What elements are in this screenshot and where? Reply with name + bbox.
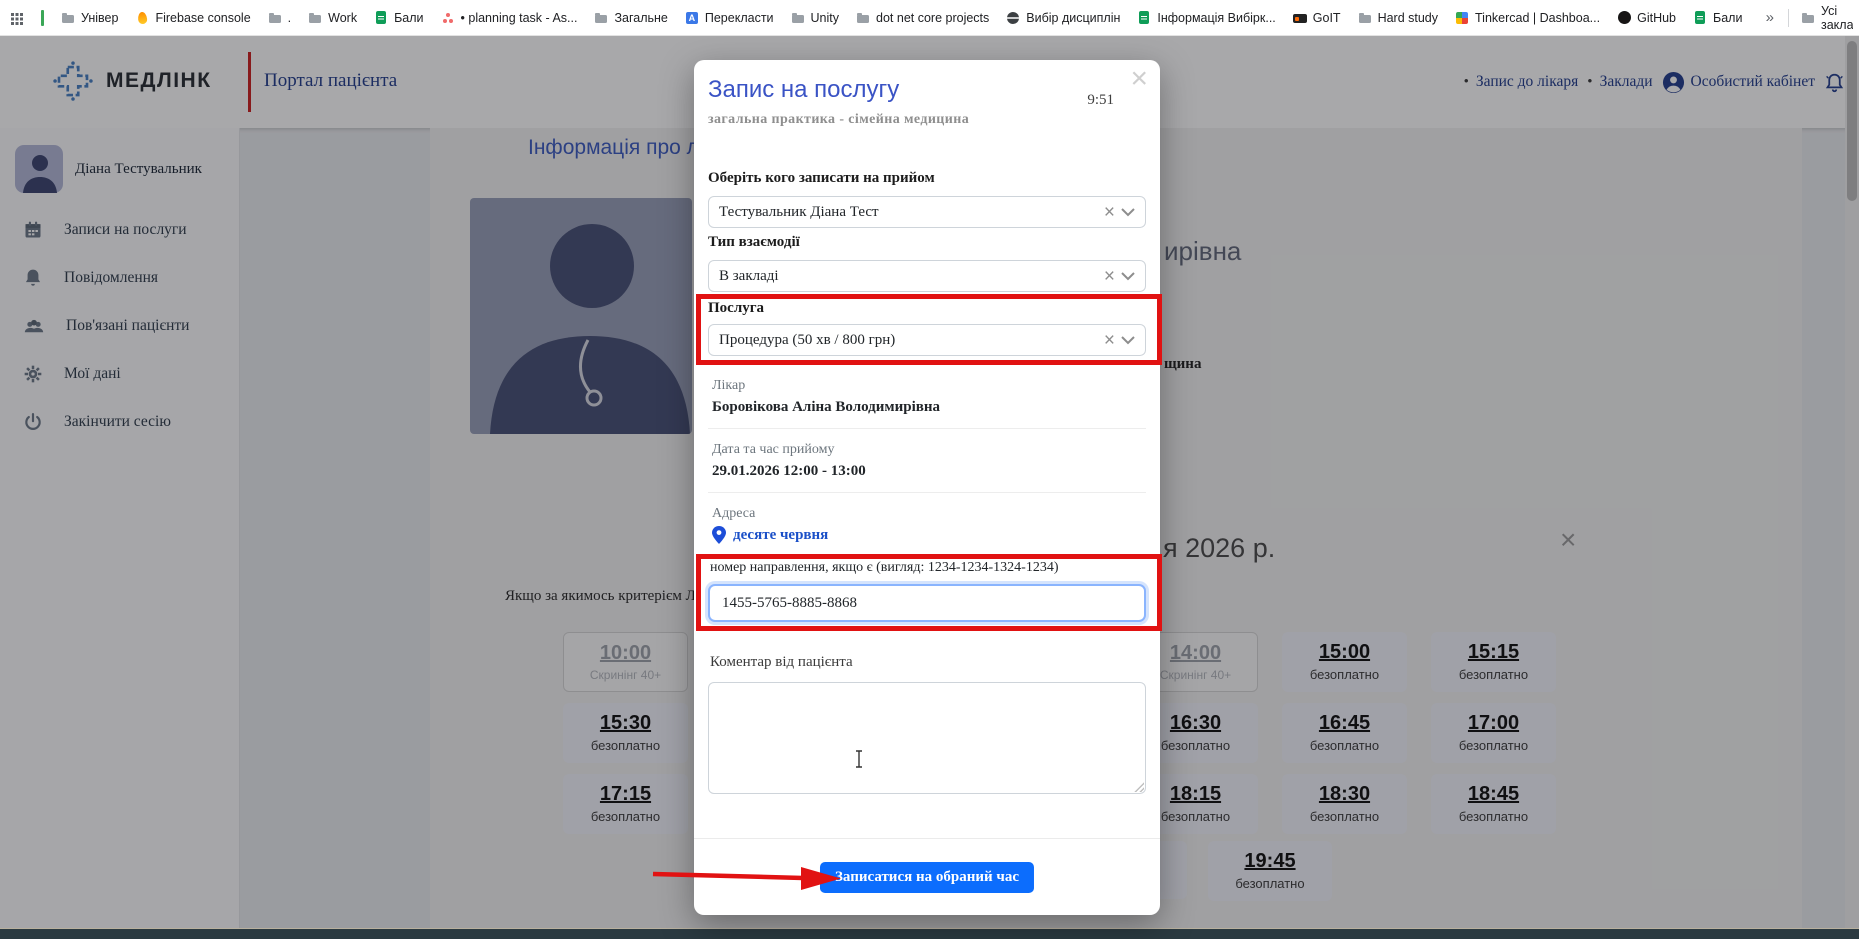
bookmark-item[interactable]: Бали — [1693, 10, 1742, 25]
folder-icon — [791, 10, 805, 25]
modal-clock: 9:51 — [1087, 92, 1114, 109]
folder-icon — [594, 10, 608, 25]
interaction-label: Тип взаємодії — [708, 234, 800, 251]
booking-modal: Запис на послугу 9:51 × загальна практик… — [694, 60, 1160, 915]
bookmark-item[interactable]: Інформація Вибірк... — [1137, 10, 1275, 25]
chevron-down-icon[interactable] — [1121, 336, 1135, 345]
folder-icon — [308, 10, 322, 25]
apps-grid-icon[interactable] — [10, 11, 24, 25]
clear-icon[interactable]: × — [1098, 331, 1121, 350]
translate-icon — [685, 10, 699, 25]
submit-booking-button[interactable]: Записатися на обраний час — [820, 862, 1034, 893]
bookmark-item[interactable]: Вибір дисциплін — [1006, 10, 1120, 25]
modal-title: Запис на послугу — [708, 76, 899, 104]
who-label: Оберіть кого записати на прийом — [708, 170, 935, 187]
interaction-select[interactable]: В закладі × — [708, 260, 1146, 292]
globe-icon — [1006, 10, 1020, 25]
doctor-info-row: Лікар Боровікова Аліна Володимирівна — [708, 365, 1146, 429]
service-label: Послуга — [708, 300, 764, 317]
bookmark-item[interactable]: Універ — [61, 10, 118, 25]
tinkercad-icon — [1455, 10, 1469, 25]
all-bookmarks-button[interactable]: Усі закладки — [1801, 4, 1853, 32]
bookmark-item[interactable]: Перекласти — [685, 10, 774, 25]
address-link[interactable]: десяте червня — [712, 526, 1142, 544]
bookmarks-divider — [1788, 9, 1789, 27]
folder-icon — [1358, 10, 1372, 25]
bookmark-item[interactable]: GitHub — [1617, 10, 1676, 25]
sheets-icon — [1693, 10, 1707, 25]
service-select[interactable]: Процедура (50 хв / 800 грн) × — [708, 324, 1146, 356]
bookmarks-right: » Усі закладки — [1764, 4, 1853, 32]
asana-icon — [441, 10, 455, 25]
bookmark-item[interactable]: Загальне — [594, 10, 667, 25]
bookmark-item[interactable]: Work — [308, 10, 357, 25]
folder-icon — [856, 10, 870, 25]
datetime-info-row: Дата та час прийому 29.01.2026 12:00 - 1… — [708, 429, 1146, 493]
sheets-icon — [374, 10, 388, 25]
folder-icon — [1801, 10, 1815, 25]
bookmarks-list: Універ Firebase console. Work Бали • plannin… — [61, 10, 1742, 25]
sheets-icon — [1137, 10, 1151, 25]
clear-icon[interactable]: × — [1098, 203, 1121, 222]
bookmark-item[interactable]: Hard study — [1358, 10, 1438, 25]
modal-close-icon[interactable]: × — [1130, 62, 1148, 96]
bookmarks-overflow-chevron[interactable]: » — [1764, 9, 1776, 26]
bookmarks-strip: Універ Firebase console. Work Бали • plannin… — [10, 10, 1764, 26]
clear-icon[interactable]: × — [1098, 267, 1121, 286]
bookmark-item[interactable]: Бали — [374, 10, 423, 25]
patient-select[interactable]: Тестувальник Діана Тест × — [708, 196, 1146, 228]
bookmark-item[interactable]: GoIT — [1293, 10, 1341, 25]
comment-label: Коментар від пацієнта — [710, 654, 853, 671]
referral-label: номер направлення, якщо є (вигляд: 1234-… — [710, 560, 1059, 576]
chevron-down-icon[interactable] — [1121, 272, 1135, 281]
goit-icon — [1293, 10, 1307, 25]
map-pin-icon — [712, 526, 726, 544]
github-icon — [1617, 10, 1631, 25]
patient-comment-textarea[interactable] — [708, 682, 1146, 794]
text-cursor-icon — [854, 750, 864, 768]
bookmark-item[interactable]: . — [268, 10, 291, 25]
pinned-tab-divider — [41, 10, 44, 26]
folder-icon — [61, 10, 75, 25]
address-info-row: Адреса десяте червня — [708, 493, 1146, 554]
modal-footer-divider — [694, 838, 1160, 839]
browser-bookmarks-bar: Універ Firebase console. Work Бали • plannin… — [0, 0, 1859, 36]
screen: Універ Firebase console. Work Бали • plannin… — [0, 0, 1859, 939]
bookmark-item[interactable]: Firebase console — [135, 10, 250, 25]
appointment-info: Лікар Боровікова Аліна Володимирівна Дат… — [708, 364, 1146, 554]
referral-number-input[interactable] — [708, 584, 1146, 622]
taskbar-edge — [0, 929, 1859, 939]
bookmark-item[interactable]: • planning task - As... — [441, 10, 578, 25]
bookmark-item[interactable]: dot net core projects — [856, 10, 989, 25]
chevron-down-icon[interactable] — [1121, 208, 1135, 217]
bookmark-item[interactable]: Unity — [791, 10, 839, 25]
firebase-icon — [135, 10, 149, 25]
folder-icon — [268, 10, 282, 25]
bookmark-item[interactable]: Tinkercad | Dashboa... — [1455, 10, 1600, 25]
modal-subtitle: загальна практика - сімейна медицина — [708, 112, 969, 128]
